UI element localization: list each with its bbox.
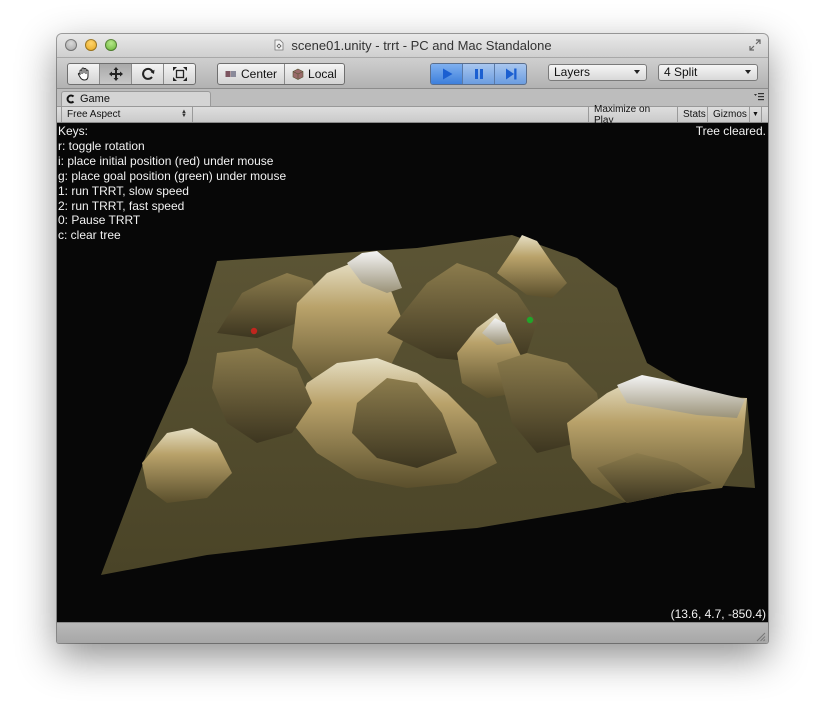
play-icon xyxy=(442,68,452,80)
window-title: scene01.unity - trrt - PC and Mac Standa… xyxy=(57,38,768,53)
unity-window: scene01.unity - trrt - PC and Mac Standa… xyxy=(57,34,768,643)
stats-toggle[interactable]: Stats xyxy=(678,107,708,122)
chevron-down-icon xyxy=(634,70,640,74)
game-viewport[interactable]: Keys: r: toggle rotation i: place initia… xyxy=(57,123,768,622)
layout-dropdown-label: 4 Split xyxy=(664,65,698,79)
tree-status-text: Tree cleared. xyxy=(695,124,766,138)
layers-dropdown-label: Layers xyxy=(554,65,591,79)
gizmos-toggle[interactable]: Gizmos xyxy=(708,107,750,122)
scale-icon xyxy=(172,67,187,81)
resize-grip-icon[interactable] xyxy=(754,630,766,642)
move-arrows-icon xyxy=(108,67,123,81)
keys-line: g: place goal position (green) under mou… xyxy=(58,168,287,183)
keys-line: 2: run TRRT, fast speed xyxy=(58,198,185,213)
chevron-down-icon xyxy=(745,70,751,74)
keys-help-overlay: Keys: r: toggle rotation i: place initia… xyxy=(58,124,286,243)
pivot-local-label: Local xyxy=(308,67,337,81)
tab-game-label: Game xyxy=(80,93,110,105)
pivot-center-button[interactable]: Center xyxy=(218,64,286,84)
keys-line: 1: run TRRT, slow speed xyxy=(58,183,189,198)
hand-tool-button[interactable] xyxy=(68,64,100,84)
keys-line: 0: Pause TRRT xyxy=(58,213,141,228)
pivot-local-button[interactable]: Local xyxy=(285,64,344,84)
game-controller-icon xyxy=(66,94,75,104)
gizmos-dropdown-arrow[interactable]: ▼ xyxy=(750,107,762,122)
game-view-toolbar: Free Aspect ▲ ▼ Maximize on Play Stats Gi… xyxy=(57,104,768,126)
play-button[interactable] xyxy=(431,64,463,84)
rotate-icon xyxy=(141,67,154,80)
pause-button[interactable] xyxy=(463,64,495,84)
step-icon xyxy=(505,68,516,80)
fullscreen-icon[interactable] xyxy=(749,39,761,51)
panel-menu-icon[interactable] xyxy=(754,93,764,101)
tab-game[interactable]: Game xyxy=(61,91,211,106)
title-bar[interactable]: scene01.unity - trrt - PC and Mac Standa… xyxy=(57,34,768,58)
coordinate-readout: (13.6, 4.7, -850.4) xyxy=(670,607,766,621)
move-tool-button[interactable] xyxy=(100,64,132,84)
layout-dropdown[interactable]: 4 Split xyxy=(658,64,758,81)
keys-line: r: toggle rotation xyxy=(58,138,145,153)
pivot-toggles: Center Local xyxy=(217,63,345,85)
keys-line: i: place initial position (red) under mo… xyxy=(58,153,274,168)
aspect-dropdown[interactable]: Free Aspect ▲ ▼ xyxy=(61,107,193,122)
hand-icon xyxy=(77,67,88,81)
maximize-on-play-toggle[interactable]: Maximize on Play xyxy=(588,104,678,126)
up-down-arrows-icon: ▲ ▼ xyxy=(181,109,187,119)
cube-icon xyxy=(292,68,304,80)
keys-line: Keys: xyxy=(58,124,89,138)
pivot-center-label: Center xyxy=(241,67,278,81)
main-toolbar: Center Local Layers 4 Split xyxy=(57,58,768,89)
rotate-tool-button[interactable] xyxy=(132,64,164,84)
step-button[interactable] xyxy=(495,64,526,84)
keys-line: c: clear tree xyxy=(58,228,121,243)
gizmos-label: Gizmos xyxy=(713,109,747,120)
unity-document-icon xyxy=(275,39,284,51)
aspect-dropdown-label: Free Aspect xyxy=(67,109,121,120)
initial-position-marker xyxy=(250,327,258,335)
window-title-text: scene01.unity - trrt - PC and Mac Standa… xyxy=(291,38,552,53)
pivot-center-icon xyxy=(225,71,236,77)
playback-controls xyxy=(430,63,527,85)
layers-dropdown[interactable]: Layers xyxy=(548,64,647,81)
stats-label: Stats xyxy=(683,109,706,120)
goal-position-marker xyxy=(526,316,534,324)
scale-tool-button[interactable] xyxy=(164,64,195,84)
status-bar xyxy=(57,622,768,643)
pause-icon xyxy=(474,69,483,79)
transform-tools xyxy=(67,63,196,85)
chevron-down-icon: ▼ xyxy=(752,111,759,118)
